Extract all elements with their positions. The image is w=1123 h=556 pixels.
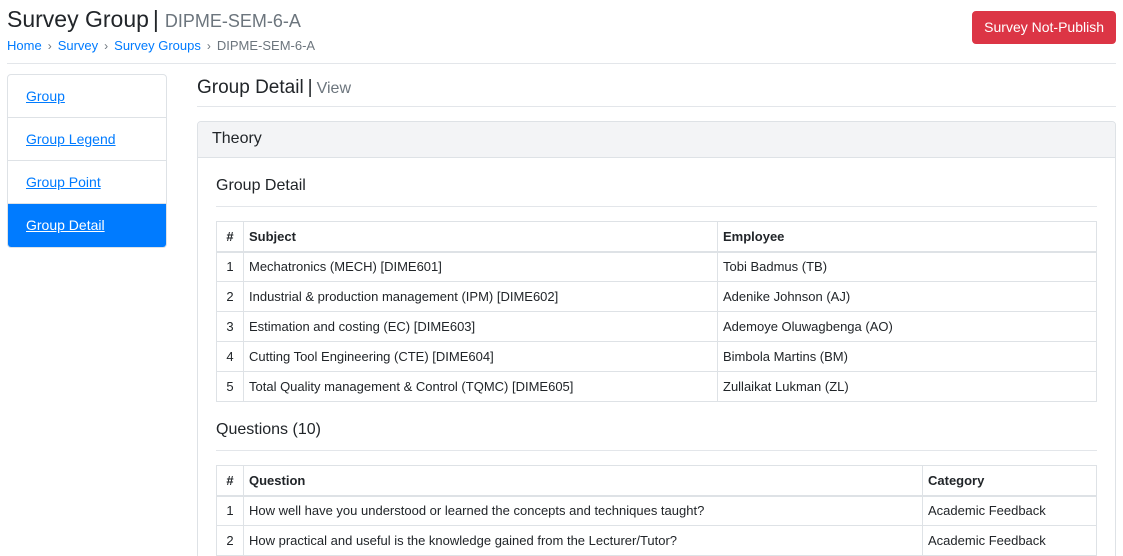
breadcrumb-chevron-icon: › bbox=[47, 39, 52, 53]
table-header-row: # Question Category bbox=[216, 465, 1097, 497]
card-body: Group Detail # Subject Employee 1 Mechat… bbox=[198, 175, 1115, 556]
employee-cell: Ademoye Oluwagbenga (AO) bbox=[717, 311, 1097, 342]
question-cell: How practical and useful is the knowledg… bbox=[243, 525, 923, 556]
table-row: 5 Total Quality management & Control (TQ… bbox=[216, 371, 1097, 402]
subject-cell: Mechatronics (MECH) [DIME601] bbox=[243, 251, 718, 282]
row-number: 2 bbox=[216, 525, 244, 556]
main-content: Group Detail | View Theory Group Detail # … bbox=[197, 74, 1116, 556]
column-header-employee: Employee bbox=[717, 221, 1097, 253]
questions-table: # Question Category 1 How well have you … bbox=[216, 465, 1097, 556]
row-number: 1 bbox=[216, 495, 244, 526]
table-row: 1 How well have you understood or learne… bbox=[216, 495, 1097, 526]
breadcrumb-survey-groups[interactable]: Survey Groups bbox=[114, 38, 201, 53]
sidebar-item-group-legend[interactable]: Group Legend bbox=[8, 118, 166, 161]
employee-cell: Tobi Badmus (TB) bbox=[717, 251, 1097, 282]
question-cell: How well have you understood or learned … bbox=[243, 495, 923, 526]
row-number: 5 bbox=[216, 371, 244, 402]
breadcrumb-current: DIPME-SEM-6-A bbox=[216, 38, 316, 53]
card-header: Theory bbox=[198, 122, 1115, 158]
column-header-number: # bbox=[216, 221, 244, 253]
row-number: 1 bbox=[216, 251, 244, 282]
sidebar-nav: Group Group Legend Group Point Group Det… bbox=[7, 74, 167, 248]
section-title-separator: | bbox=[307, 77, 313, 98]
breadcrumb-chevron-icon: › bbox=[206, 39, 211, 53]
column-header-subject: Subject bbox=[243, 221, 718, 253]
sidebar-item-group-point[interactable]: Group Point bbox=[8, 161, 166, 204]
table-row: 2 Industrial & production management (IP… bbox=[216, 281, 1097, 312]
theory-card: Theory Group Detail # Subject Employee 1… bbox=[197, 121, 1116, 556]
category-cell: Academic Feedback bbox=[922, 525, 1097, 556]
questions-title: Questions (10) bbox=[216, 419, 1097, 451]
column-header-category: Category bbox=[922, 465, 1097, 497]
breadcrumb-home[interactable]: Home bbox=[7, 38, 42, 53]
page-header: Survey Group | DIPME-SEM-6-A Home › Survey › S… bbox=[7, 4, 1116, 64]
column-header-question: Question bbox=[243, 465, 923, 497]
breadcrumb: Home › Survey › Survey Groups › DIPME-SEM-6-A bbox=[7, 38, 315, 54]
subject-cell: Estimation and costing (EC) [DIME603] bbox=[243, 311, 718, 342]
row-number: 2 bbox=[216, 281, 244, 312]
survey-not-publish-button[interactable]: Survey Not-Publish bbox=[972, 11, 1116, 44]
row-number: 4 bbox=[216, 341, 244, 372]
table-row: 3 Estimation and costing (EC) [DIME603] … bbox=[216, 311, 1097, 342]
table-row: 2 How practical and useful is the knowle… bbox=[216, 525, 1097, 556]
subject-cell: Total Quality management & Control (TQMC… bbox=[243, 371, 718, 402]
table-header-row: # Subject Employee bbox=[216, 221, 1097, 253]
column-header-number: # bbox=[216, 465, 244, 497]
section-title-text: Group Detail bbox=[197, 77, 304, 98]
table-row: 4 Cutting Tool Engineering (CTE) [DIME60… bbox=[216, 341, 1097, 372]
page-title: Survey Group | DIPME-SEM-6-A bbox=[7, 5, 301, 35]
employee-cell: Bimbola Martins (BM) bbox=[717, 341, 1097, 372]
subject-cell: Cutting Tool Engineering (CTE) [DIME604] bbox=[243, 341, 718, 372]
page-title-text: Survey Group bbox=[7, 6, 149, 32]
row-number: 3 bbox=[216, 311, 244, 342]
table-row: 1 Mechatronics (MECH) [DIME601] Tobi Bad… bbox=[216, 251, 1097, 282]
subject-cell: Industrial & production management (IPM)… bbox=[243, 281, 718, 312]
employee-cell: Zullaikat Lukman (ZL) bbox=[717, 371, 1097, 402]
breadcrumb-chevron-icon: › bbox=[104, 39, 109, 53]
group-detail-title: Group Detail bbox=[216, 175, 1097, 207]
page-subtitle: DIPME-SEM-6-A bbox=[164, 11, 301, 31]
group-detail-table: # Subject Employee 1 Mechatronics (MECH)… bbox=[216, 221, 1097, 402]
category-cell: Academic Feedback bbox=[922, 495, 1097, 526]
section-subtitle: View bbox=[316, 80, 351, 97]
employee-cell: Adenike Johnson (AJ) bbox=[717, 281, 1097, 312]
section-title: Group Detail | View bbox=[197, 74, 1116, 107]
sidebar-item-group-detail[interactable]: Group Detail bbox=[8, 204, 166, 247]
breadcrumb-survey[interactable]: Survey bbox=[58, 38, 98, 53]
sidebar-item-group[interactable]: Group bbox=[8, 75, 166, 118]
title-separator: | bbox=[152, 6, 159, 32]
